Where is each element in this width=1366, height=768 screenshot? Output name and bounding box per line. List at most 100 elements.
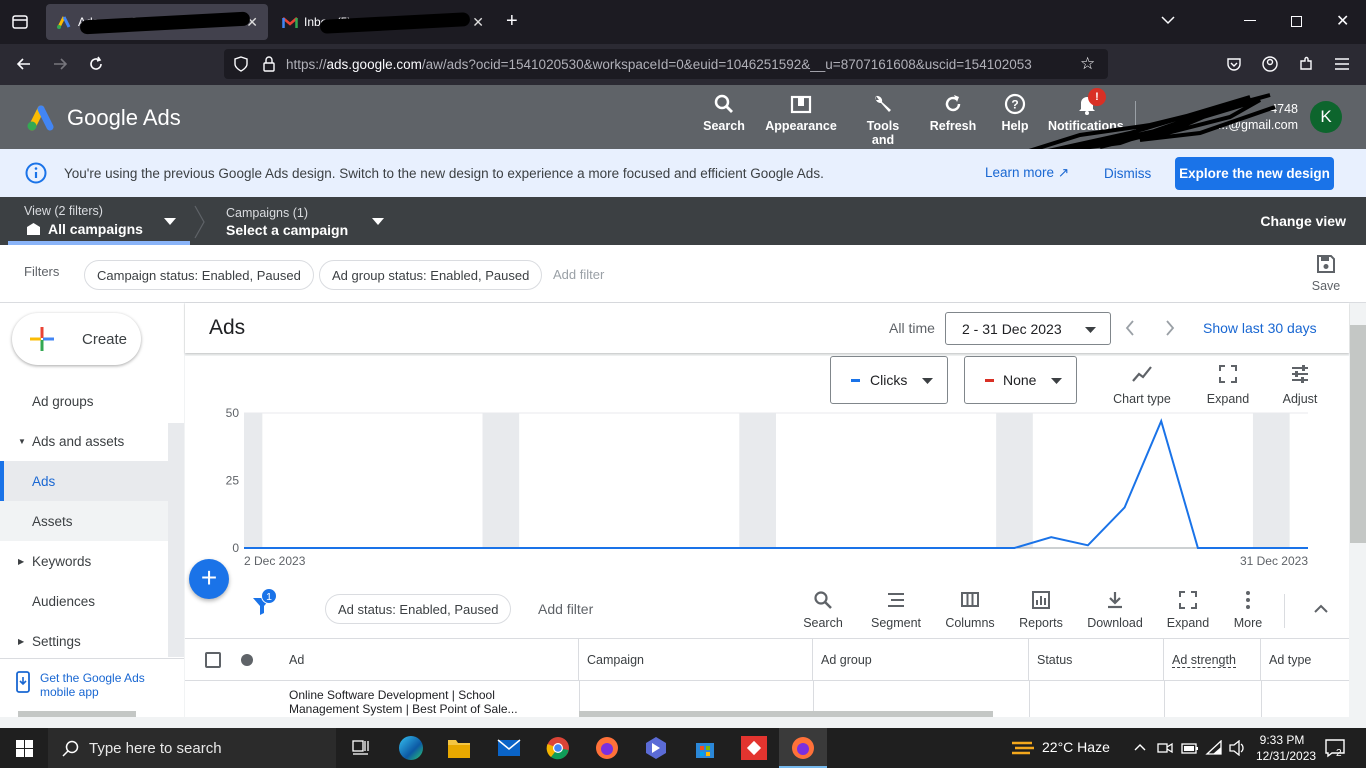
chrome-icon[interactable] [546, 736, 570, 760]
notification-center-icon[interactable] [1324, 738, 1346, 758]
add-filter-button[interactable]: Add filter [553, 267, 604, 282]
pocket-icon[interactable] [1226, 56, 1242, 72]
sidebar-item-keywords[interactable]: ▶ Keywords [0, 541, 168, 581]
create-button[interactable]: Create [12, 313, 141, 365]
scrollbar-thumb[interactable] [1350, 325, 1366, 543]
column-header-status[interactable]: Status [1029, 639, 1164, 681]
column-header-campaign[interactable]: Campaign [579, 639, 813, 681]
app-icon[interactable] [644, 736, 668, 760]
mail-icon[interactable] [497, 739, 521, 757]
download-button[interactable]: Download [1085, 590, 1145, 630]
edge-icon[interactable] [399, 736, 423, 760]
change-view-button[interactable]: Change view [1260, 213, 1346, 229]
filter-chip[interactable]: Campaign status: Enabled, Paused [84, 260, 314, 290]
nav-tools[interactable]: Tools and [860, 85, 906, 149]
forward-icon[interactable] [52, 56, 68, 72]
nav-refresh[interactable]: Refresh [928, 85, 978, 149]
page-scrollbar[interactable] [1350, 303, 1366, 717]
toolbar-label: Search [803, 616, 843, 630]
url-bar[interactable]: https://ads.google.com/aw/ads?ocid=15410… [224, 49, 1108, 79]
table-expand-button[interactable]: Expand [1165, 590, 1211, 630]
chevron-up-icon[interactable] [1134, 743, 1146, 751]
anydesk-icon[interactable] [741, 736, 767, 760]
chevron-left-icon[interactable] [1125, 320, 1135, 336]
save-button[interactable]: Save [1308, 254, 1344, 293]
clock-date: 12/31/2023 [1256, 749, 1317, 763]
ad-strength-label: Ad strength [1172, 652, 1236, 668]
nav-appearance[interactable]: Appearance [764, 85, 838, 149]
refresh-icon [945, 95, 961, 112]
date-range-select[interactable]: 2 - 31 Dec 2023 [945, 312, 1111, 345]
taskbar-search-box[interactable]: Type here to search [48, 728, 336, 768]
weather-text[interactable]: 22°C Haze [1042, 739, 1110, 755]
avatar[interactable]: K [1310, 101, 1342, 133]
mobile-app-link[interactable]: Get the Google Ads mobile app [16, 671, 160, 699]
menu-icon[interactable] [1334, 57, 1350, 71]
extensions-icon[interactable] [1298, 56, 1314, 72]
weekend-band [739, 413, 776, 548]
url-host: ads.google.com [326, 56, 422, 72]
ad-status-filter-chip[interactable]: Ad status: Enabled, Paused [325, 594, 512, 624]
learn-more-link[interactable]: Learn more ↗ [985, 165, 1069, 181]
table-add-filter-button[interactable]: Add filter [538, 601, 593, 617]
view-selector[interactable]: View (2 filters) All campaigns [0, 197, 190, 245]
add-fab-button[interactable]: + [189, 559, 229, 599]
firefox-active-taskbar-item[interactable] [779, 728, 827, 768]
segment-button[interactable]: Segment [869, 590, 923, 630]
filter-chip[interactable]: Ad group status: Enabled, Paused [319, 260, 543, 290]
volume-icon[interactable] [1229, 740, 1247, 756]
shield-icon[interactable] [234, 56, 248, 72]
caret-down-icon: ▼ [18, 436, 26, 446]
minimize-icon[interactable] [1244, 20, 1256, 21]
ad-cell[interactable]: Online Software Development | School Man… [289, 688, 551, 716]
campaign-selector[interactable]: Campaigns (1) Select a campaign [214, 197, 394, 245]
bookmark-star-icon[interactable]: ☆ [1080, 54, 1095, 74]
windows-start-icon[interactable] [16, 740, 33, 757]
more-button[interactable]: More [1228, 590, 1268, 630]
tab-list-icon[interactable] [11, 13, 29, 31]
sidebar-item-assets[interactable]: Assets [0, 501, 168, 541]
column-header-ad[interactable]: Ad [281, 639, 579, 681]
firefox-icon[interactable] [595, 736, 619, 760]
nav-search[interactable]: Search [698, 85, 750, 149]
explore-new-design-button[interactable]: Explore the new design [1175, 157, 1334, 190]
save-label: Save [1311, 279, 1341, 293]
sidebar-scrollbar[interactable] [168, 423, 184, 657]
columns-button[interactable]: Columns [943, 590, 997, 630]
wifi-icon[interactable] [1205, 740, 1223, 756]
back-icon[interactable] [16, 56, 32, 72]
meet-now-icon[interactable] [1157, 740, 1173, 756]
collapse-chevron-up-icon[interactable] [1314, 604, 1328, 613]
reload-icon[interactable] [88, 56, 104, 72]
table-filter-button[interactable]: 1 [251, 588, 277, 616]
account-icon[interactable] [1262, 56, 1278, 72]
sidebar-item-ads[interactable]: Ads [0, 461, 168, 501]
close-window-icon[interactable]: ✕ [1336, 11, 1349, 31]
chevron-down-icon[interactable] [1160, 12, 1176, 28]
table-header-row: Ad Campaign Ad group Status Ad strength … [185, 638, 1349, 681]
restore-icon[interactable] [1291, 16, 1302, 27]
lock-icon[interactable] [262, 56, 276, 72]
file-explorer-icon[interactable] [447, 737, 471, 759]
dismiss-button[interactable]: Dismiss [1104, 166, 1151, 181]
sidebar: Create Ad groups ▼ Ads and assets Ads As… [0, 303, 184, 717]
battery-icon[interactable] [1181, 741, 1199, 755]
task-view-icon[interactable] [352, 740, 370, 756]
select-all-checkbox[interactable] [205, 652, 221, 668]
store-icon[interactable] [693, 736, 717, 760]
sidebar-item-ads-and-assets[interactable]: ▼ Ads and assets [0, 421, 168, 461]
sidebar-item-audiences[interactable]: Audiences [0, 581, 168, 621]
clock[interactable]: 9:33 PM 12/31/2023 [1256, 732, 1317, 764]
show-last-30-days-link[interactable]: Show last 30 days [1203, 320, 1317, 336]
reports-button[interactable]: Reports [1017, 590, 1065, 630]
column-header-ad-group[interactable]: Ad group [813, 639, 1029, 681]
column-header-ad-type[interactable]: Ad type [1261, 639, 1349, 681]
table-search-button[interactable]: Search [803, 590, 843, 630]
new-tab-icon[interactable]: + [506, 10, 518, 33]
column-header-ad-strength[interactable]: Ad strength [1164, 639, 1261, 681]
close-tab-icon[interactable]: ✕ [472, 14, 484, 31]
sidebar-item-ad-groups[interactable]: Ad groups [0, 381, 168, 421]
sidebar-item-settings[interactable]: ▶ Settings [0, 621, 168, 661]
google-ads-logo-icon[interactable] [26, 103, 56, 131]
chevron-right-icon[interactable] [1165, 320, 1175, 336]
